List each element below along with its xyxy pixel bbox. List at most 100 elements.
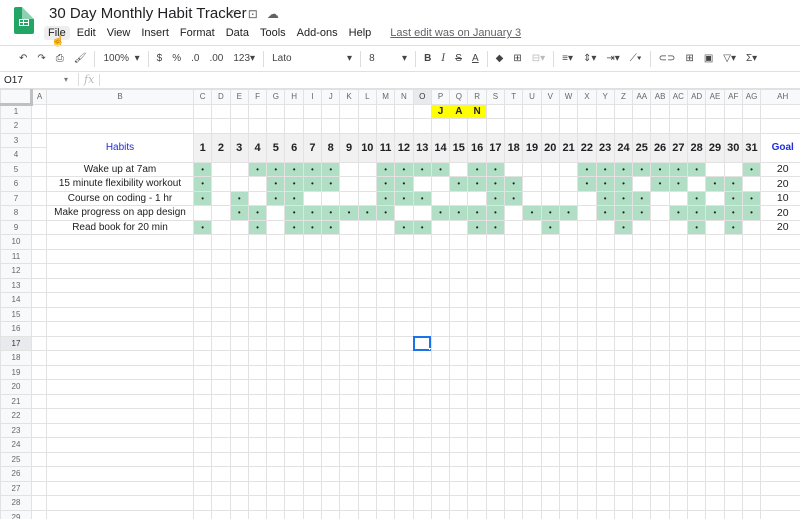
cell[interactable] — [192, 437, 213, 453]
cell[interactable] — [321, 422, 341, 438]
cell[interactable] — [723, 451, 743, 467]
habit-done-cell[interactable]: • — [723, 176, 743, 192]
cell[interactable] — [430, 437, 451, 453]
day-header[interactable]: 16 — [467, 132, 487, 163]
cell[interactable] — [46, 234, 194, 250]
habit-done-cell[interactable]: • — [723, 219, 743, 235]
cell[interactable] — [394, 321, 414, 337]
row-header-4[interactable]: 4 — [0, 147, 32, 163]
cell[interactable] — [705, 379, 725, 395]
cell[interactable] — [741, 248, 762, 264]
menu-edit[interactable]: Edit — [73, 26, 100, 40]
insert-link-icon[interactable]: ⊂⊃ — [654, 53, 681, 64]
cell[interactable] — [357, 495, 377, 511]
cell[interactable] — [357, 480, 377, 496]
cell[interactable] — [357, 263, 377, 279]
cell[interactable] — [357, 408, 377, 424]
cell[interactable] — [632, 263, 652, 279]
habit-done-cell[interactable]: • — [668, 205, 689, 221]
cell[interactable] — [266, 408, 286, 424]
cell[interactable] — [504, 234, 524, 250]
horizontal-align-icon[interactable]: ≡▾ — [557, 53, 578, 64]
cell[interactable] — [430, 451, 451, 467]
paint-format-icon[interactable]: 🖌 — [69, 53, 92, 64]
cell[interactable] — [558, 118, 579, 134]
cell[interactable] — [723, 306, 743, 322]
habit-cell[interactable] — [705, 161, 725, 177]
day-header[interactable]: 4 — [247, 132, 268, 163]
cell[interactable] — [211, 495, 231, 511]
cell[interactable] — [687, 350, 707, 366]
cell[interactable] — [760, 350, 800, 366]
cell[interactable] — [394, 451, 414, 467]
cell[interactable] — [577, 480, 597, 496]
habit-cell[interactable] — [247, 190, 268, 206]
column-header-w[interactable]: W — [558, 89, 579, 105]
cell[interactable] — [192, 234, 213, 250]
cell[interactable] — [394, 466, 414, 482]
column-header-d[interactable]: D — [211, 89, 231, 105]
cell[interactable] — [595, 437, 615, 453]
habit-cell[interactable] — [540, 176, 560, 192]
cell[interactable] — [321, 335, 341, 351]
cell[interactable] — [229, 364, 249, 380]
habit-cell[interactable] — [558, 176, 579, 192]
cell[interactable] — [540, 393, 560, 409]
cell[interactable] — [31, 306, 47, 322]
cell[interactable] — [504, 480, 524, 496]
cell[interactable] — [577, 292, 597, 308]
cell[interactable] — [705, 263, 725, 279]
cell[interactable] — [613, 379, 634, 395]
cell[interactable] — [504, 509, 524, 519]
row-header-7[interactable]: 7 — [0, 190, 32, 206]
cell[interactable] — [558, 234, 579, 250]
cell[interactable] — [211, 350, 231, 366]
habit-done-cell[interactable]: • — [687, 161, 707, 177]
cell[interactable] — [284, 335, 304, 351]
cell[interactable] — [540, 350, 560, 366]
cell[interactable] — [595, 277, 615, 293]
cell[interactable] — [595, 451, 615, 467]
cell[interactable] — [31, 335, 47, 351]
habit-done-cell[interactable]: • — [321, 176, 341, 192]
cell[interactable] — [412, 263, 432, 279]
cell[interactable] — [485, 306, 506, 322]
cell[interactable] — [284, 480, 304, 496]
cell[interactable] — [46, 103, 194, 119]
cell[interactable] — [375, 234, 396, 250]
cell[interactable] — [449, 234, 469, 250]
cell[interactable] — [266, 248, 286, 264]
cell[interactable] — [394, 364, 414, 380]
cell[interactable] — [723, 480, 743, 496]
cell[interactable] — [558, 103, 579, 119]
cell[interactable] — [687, 509, 707, 519]
habit-cell[interactable] — [650, 219, 670, 235]
cell[interactable] — [394, 335, 414, 351]
cell[interactable] — [613, 306, 634, 322]
column-header-g[interactable]: G — [266, 89, 286, 105]
cell[interactable] — [375, 495, 396, 511]
zoom-select[interactable]: 100% ▾ — [98, 53, 144, 64]
cloud-saved-icon[interactable]: ☁ — [267, 7, 279, 21]
habit-done-cell[interactable]: • — [394, 176, 414, 192]
cell[interactable] — [577, 422, 597, 438]
cell[interactable] — [668, 437, 689, 453]
cell[interactable] — [741, 364, 762, 380]
cell[interactable] — [558, 321, 579, 337]
cell[interactable] — [302, 364, 323, 380]
cell[interactable] — [229, 451, 249, 467]
habit-done-cell[interactable]: • — [632, 161, 652, 177]
cell[interactable] — [31, 132, 47, 148]
cell[interactable] — [357, 393, 377, 409]
day-header[interactable]: 11 — [375, 132, 396, 163]
habit-cell[interactable] — [504, 219, 524, 235]
day-header[interactable]: 26 — [650, 132, 670, 163]
cell[interactable] — [321, 277, 341, 293]
cell[interactable] — [357, 321, 377, 337]
cell[interactable] — [46, 277, 194, 293]
habit-done-cell[interactable]: • — [284, 190, 304, 206]
cell[interactable] — [613, 103, 634, 119]
cell[interactable] — [46, 451, 194, 467]
cell[interactable] — [339, 335, 359, 351]
cell[interactable] — [449, 350, 469, 366]
